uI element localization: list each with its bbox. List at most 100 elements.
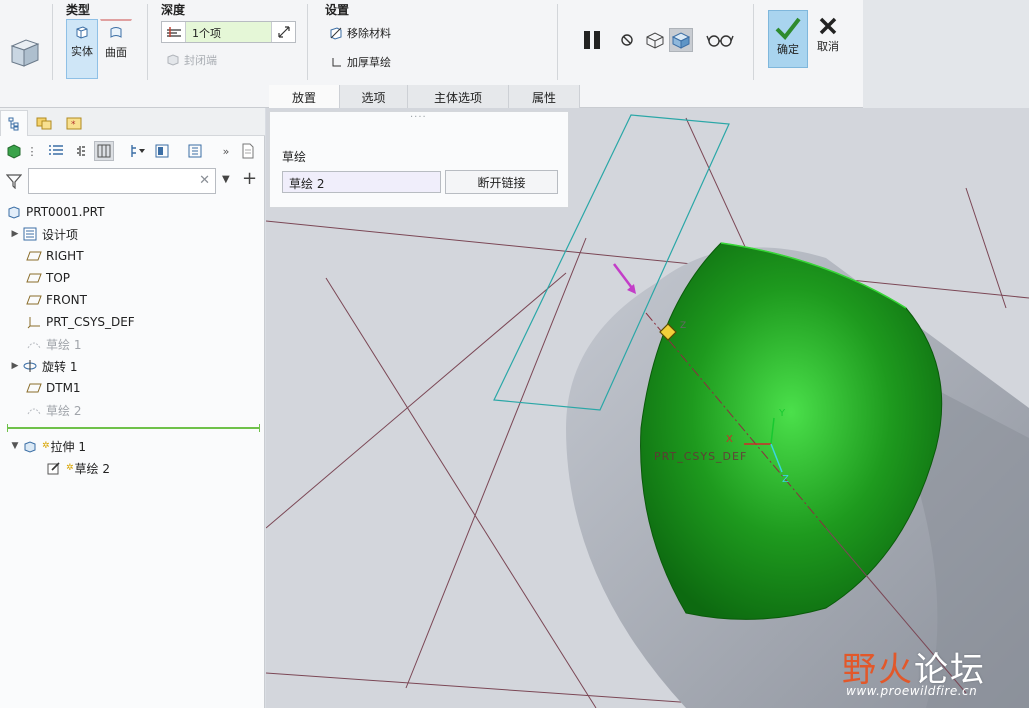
surface-button[interactable]: 曲面 [100,19,132,79]
datum-plane-edge [266,220,1029,299]
more-options-icon[interactable]: ⋮ [22,141,42,161]
show-icon[interactable] [4,141,24,161]
thicken-sketch-button[interactable]: 加厚草绘 [331,54,391,70]
tree-item-label: 旋转 1 [42,359,78,374]
datum-plane-icon [26,292,42,308]
drag-handle-label: Z [680,321,686,331]
capped-ends-label: 封闭端 [184,54,217,67]
tab-placement[interactable]: 放置 [269,85,340,108]
capped-ends-button[interactable]: 封闭端 [166,52,217,68]
expand-all-icon[interactable] [46,141,66,161]
tree-item-label: 设计项 [42,227,79,242]
csys-x-label: X [726,434,733,445]
type-group-title: 类型 [66,3,91,17]
clear-search-icon[interactable]: ✕ [199,173,210,188]
tab-properties[interactable]: 属性 [509,85,580,108]
datum-plane-icon [26,270,42,286]
solid-icon [76,26,88,39]
thicken-sketch-label: 加厚草绘 [347,56,391,69]
tree-item-front[interactable]: FRONT [26,290,87,310]
dashboard-ribbon: 类型 实体 曲面 深度 1个项 封闭端 设置 移除材料 加厚草绘 确定 取消 放… [0,0,863,108]
favorites-tab-icon[interactable]: * [60,110,88,136]
insert-indicator[interactable] [7,424,260,432]
watermark-url: www.proewildfire.cn [846,684,978,698]
collapse-all-icon[interactable] [70,141,90,161]
flip-direction-icon[interactable] [271,22,295,42]
csys-z-label: Z [782,474,789,485]
sketch-edit-icon [46,460,62,476]
remove-material-button[interactable]: 移除材料 [329,25,391,41]
folder-browser-tab-icon[interactable] [30,110,58,136]
tree-search-input[interactable]: ✕ [28,168,216,194]
csys-icon [26,314,42,330]
tree-item-label: 草绘 2 [46,403,82,418]
tree-item-top[interactable]: TOP [26,268,70,288]
expand-arrow-icon[interactable]: ▶ [8,361,22,371]
cancel-button[interactable]: 取消 [808,10,848,68]
new-feature-marker: ✲ [66,463,74,473]
more-tools-chevron-icon[interactable]: » [216,141,236,161]
tree-item-csys[interactable]: PRT_CSYS_DEF [26,312,135,332]
remove-material-icon [330,27,342,40]
svg-text:*: * [71,120,76,130]
tree-filter-options-icon[interactable] [128,141,148,161]
model-tree-tab-icon[interactable] [0,110,28,136]
sketch-label: 草绘 [282,150,307,164]
expand-arrow-icon[interactable]: ▶ [8,229,22,239]
separator [307,4,308,80]
tree-item-label: FRONT [46,293,87,307]
surface-label: 曲面 [105,46,127,59]
tree-item-dtm1[interactable]: DTM1 [26,378,81,398]
solid-label: 实体 [71,45,93,58]
type-group: 类型 实体 曲面 [66,0,144,82]
verify-mode-glasses-icon[interactable] [706,28,734,52]
layers-icon[interactable] [152,141,172,161]
revolve-icon [22,358,38,374]
pause-icon[interactable] [580,28,604,52]
depth-option-icon[interactable] [162,22,186,42]
tab-body-options[interactable]: 主体选项 [408,85,509,108]
tree-item-part[interactable]: PRT0001.PRT [6,202,104,222]
settings-group-title: 设置 [325,3,350,17]
filter-dropdown-icon[interactable]: ▼ [222,174,230,185]
datum-plane-edge [965,187,1007,309]
depth-group-title: 深度 [161,3,186,17]
tree-item-label: DTM1 [46,381,81,395]
tree-item-design-items[interactable]: ▶ 设计项 [8,224,78,244]
depth-field[interactable]: 1个项 [161,21,296,43]
collapse-arrow-icon[interactable]: ▼ [8,441,22,451]
wireframe-preview-icon[interactable] [643,28,667,52]
tree-item-label: RIGHT [46,249,84,263]
tab-options[interactable]: 选项 [340,85,408,108]
sketch-collector[interactable]: 草绘 2 [282,171,441,193]
model-tree-panel: * ⋮ » ✕ ▼ + PRT0001.PRT ▶ 设计项 RIGHT TOP … [0,108,265,708]
direction-arrow[interactable] [613,263,633,289]
navigator-tabs: * [0,108,265,136]
tree-item-label: 草绘 1 [46,337,82,352]
geometry-preview-icon[interactable] [669,28,693,52]
add-filter-icon[interactable]: + [242,168,257,189]
tree-item-revolve-1[interactable]: ▶ 旋转 1 [8,356,78,376]
datum-plane-icon [26,380,42,396]
tree-settings-icon[interactable] [185,141,205,161]
csys-y-label: Y [778,408,786,419]
tree-columns-icon[interactable] [94,141,114,161]
tree-item-right[interactable]: RIGHT [26,246,84,266]
solid-button[interactable]: 实体 [66,19,98,79]
tree-item-internal-sketch[interactable]: ✲ 草绘 2 [46,458,110,478]
panel-grip-icon[interactable]: ···· [410,112,427,123]
document-icon[interactable] [238,141,258,161]
csys-name-label: PRT_CSYS_DEF [654,450,747,463]
tree-item-sketch-2[interactable]: 草绘 2 [26,400,81,420]
part-icon [6,204,22,220]
confirm-button[interactable]: 确定 [768,10,808,68]
depth-value[interactable]: 1个项 [186,22,271,42]
no-preview-icon[interactable] [615,28,639,52]
break-link-button[interactable]: 断开链接 [445,170,558,194]
checkmark-icon [775,17,801,41]
tree-item-extrude-1[interactable]: ▼ ✲ 拉伸 1 [8,436,86,456]
separator [52,4,53,80]
new-feature-marker: ✲ [42,441,50,451]
tree-item-sketch-1[interactable]: 草绘 1 [26,334,81,354]
filter-funnel-icon[interactable] [5,173,23,192]
